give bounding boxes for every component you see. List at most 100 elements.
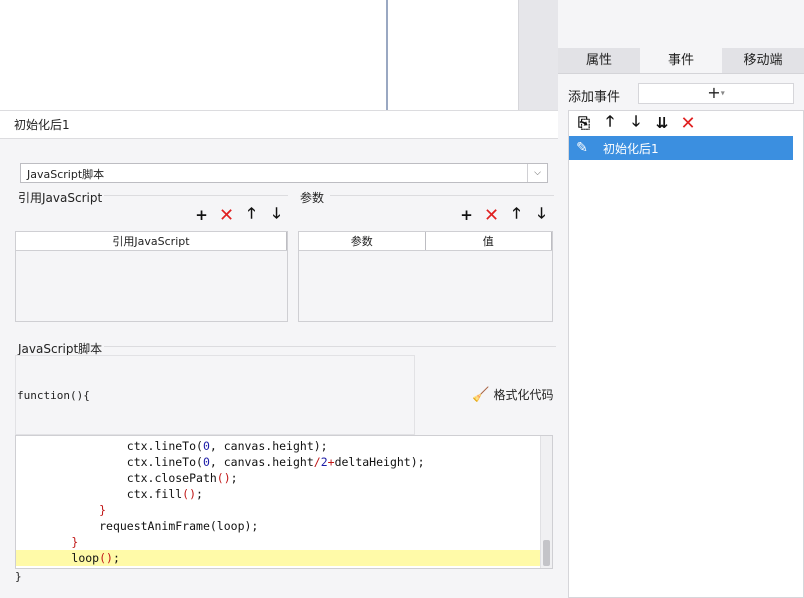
code-token: } — [71, 535, 79, 549]
broom-icon: 🧹 — [472, 386, 490, 403]
group-divider — [330, 195, 554, 196]
add-event-button[interactable]: +▾ — [638, 83, 794, 104]
event-toolbar: ⎘ 🡑 🡓 ⇊ ✕ — [569, 111, 803, 135]
ref-js-group-label: 引用JavaScript — [18, 191, 103, 205]
arrow-up-icon: 🡑 — [512, 203, 521, 222]
params-group-label: 参数 — [300, 191, 325, 205]
code-token: () — [99, 551, 113, 565]
delete-icon: ✕ — [218, 204, 235, 226]
plus-icon: + — [195, 206, 208, 224]
code-line[interactable]: ctx.fill(); — [16, 486, 541, 502]
table-header: 参数 值 — [299, 232, 552, 251]
canvas-guide-line — [386, 0, 388, 110]
chevron-down-icon: ▾ — [720, 88, 725, 98]
move-param-down-button[interactable]: 🡓 — [531, 203, 552, 225]
tab-properties[interactable]: 属性 — [558, 48, 640, 73]
code-line[interactable]: ctx.lineTo(0, canvas.height); — [16, 438, 541, 454]
code-token: () — [216, 471, 231, 485]
arrow-down-icon: 🡓 — [537, 203, 546, 222]
script-type-value: JavaScript脚本 — [27, 168, 105, 181]
arrow-up-icon: 🡑 — [606, 111, 614, 130]
move-event-up-button[interactable]: 🡑 — [599, 112, 621, 134]
copy-icon: ⎘ — [577, 114, 590, 132]
script-type-select[interactable]: JavaScript脚本 ⌵ — [20, 163, 548, 183]
scrollbar-thumb[interactable] — [543, 540, 550, 566]
sort-down-icon: ⇊ — [655, 114, 669, 132]
code-token: 0 — [202, 439, 210, 453]
code-token: + — [327, 455, 335, 469]
plus-icon: + — [707, 83, 721, 102]
group-divider — [104, 195, 288, 196]
code-token: ctx.closePath — [126, 471, 217, 485]
add-param-button[interactable]: + — [456, 205, 477, 225]
right-panel-tabs: 属性 事件 移动端 — [558, 48, 804, 74]
code-token: deltaHeight); — [334, 455, 425, 469]
chevron-down-icon: ⌵ — [527, 164, 547, 182]
move-ref-down-button[interactable]: 🡓 — [266, 203, 287, 225]
delete-param-button[interactable]: ✕ — [481, 204, 502, 226]
code-token: 0 — [202, 455, 210, 469]
code-token: } — [99, 503, 107, 517]
function-header-text: function(){ — [17, 389, 90, 402]
group-divider — [104, 346, 556, 347]
delete-event-button[interactable]: ✕ — [677, 112, 699, 134]
arrow-down-icon: 🡓 — [272, 203, 281, 222]
code-line[interactable]: } — [16, 534, 541, 550]
code-token: , canvas.height); — [209, 439, 328, 453]
move-ref-up-button[interactable]: 🡑 — [241, 203, 262, 225]
delete-icon: ✕ — [483, 204, 500, 226]
delete-icon: ✕ — [680, 112, 696, 134]
params-toolbar: + ✕ 🡑 🡓 — [456, 203, 552, 226]
function-header-block: function(){ — [15, 355, 415, 435]
event-item-label: 初始化后1 — [603, 141, 659, 156]
code-line[interactable]: loop(); — [16, 550, 541, 566]
code-line[interactable]: requestAnimFrame(loop); — [16, 518, 541, 534]
event-list-panel: ⎘ 🡑 🡓 ⇊ ✕ ✎ 初始化后1 — [568, 110, 804, 598]
arrow-down-icon: 🡓 — [632, 111, 640, 130]
code-line[interactable]: } — [16, 502, 541, 518]
code-token: ; — [112, 551, 120, 565]
format-code-button[interactable]: 🧹 格式化代码 — [472, 386, 553, 403]
table-header: 引用JavaScript — [16, 232, 287, 251]
code-token: ; — [230, 471, 238, 485]
code-token: ctx.lineTo( — [126, 455, 203, 469]
delete-ref-button[interactable]: ✕ — [216, 204, 237, 226]
format-code-label: 格式化代码 — [493, 388, 554, 402]
column-header-param[interactable]: 参数 — [299, 232, 426, 250]
sort-events-button[interactable]: ⇊ — [651, 112, 673, 134]
column-header-value[interactable]: 值 — [426, 232, 552, 250]
canvas-scroll-gutter[interactable] — [518, 0, 558, 110]
code-token: () — [182, 487, 197, 501]
code-token: ctx.lineTo( — [126, 439, 203, 453]
move-param-up-button[interactable]: 🡑 — [506, 203, 527, 225]
tab-events[interactable]: 事件 — [640, 48, 722, 73]
code-scrollbar[interactable] — [540, 436, 552, 568]
ref-js-table[interactable]: 引用JavaScript — [15, 231, 288, 322]
code-token: / — [313, 455, 321, 469]
move-event-down-button[interactable]: 🡓 — [625, 112, 647, 134]
code-token: , canvas.height — [209, 455, 314, 469]
code-token: ctx.fill — [126, 487, 183, 501]
ref-js-toolbar: + ✕ 🡑 🡓 — [191, 203, 287, 226]
function-closing-brace: } — [15, 570, 22, 583]
code-editor[interactable]: ctx.lineTo(0, canvas.height); ctx.lineTo… — [15, 435, 553, 569]
add-event-label: 添加事件 — [568, 90, 621, 105]
copy-event-button[interactable]: ⎘ — [573, 112, 595, 134]
code-token: ; — [196, 487, 203, 501]
tab-mobile[interactable]: 移动端 — [722, 48, 804, 73]
design-canvas[interactable] — [0, 0, 558, 110]
right-panel-header — [558, 0, 804, 48]
code-token: loop — [71, 551, 100, 565]
code-token: requestAnimFrame(loop); — [99, 519, 259, 533]
event-list-item[interactable]: ✎ 初始化后1 — [569, 136, 793, 160]
add-ref-button[interactable]: + — [191, 205, 212, 225]
column-header-ref-js[interactable]: 引用JavaScript — [16, 232, 287, 250]
event-section-title: 初始化后1 — [0, 110, 558, 139]
arrow-up-icon: 🡑 — [247, 203, 256, 222]
code-line[interactable]: ctx.lineTo(0, canvas.height/2+deltaHeigh… — [16, 454, 541, 470]
code-token: 2 — [320, 455, 328, 469]
edit-pencil-icon: ✎ — [576, 140, 588, 156]
params-table[interactable]: 参数 值 — [298, 231, 553, 322]
plus-icon: + — [460, 206, 473, 224]
code-line[interactable]: ctx.closePath(); — [16, 470, 541, 486]
